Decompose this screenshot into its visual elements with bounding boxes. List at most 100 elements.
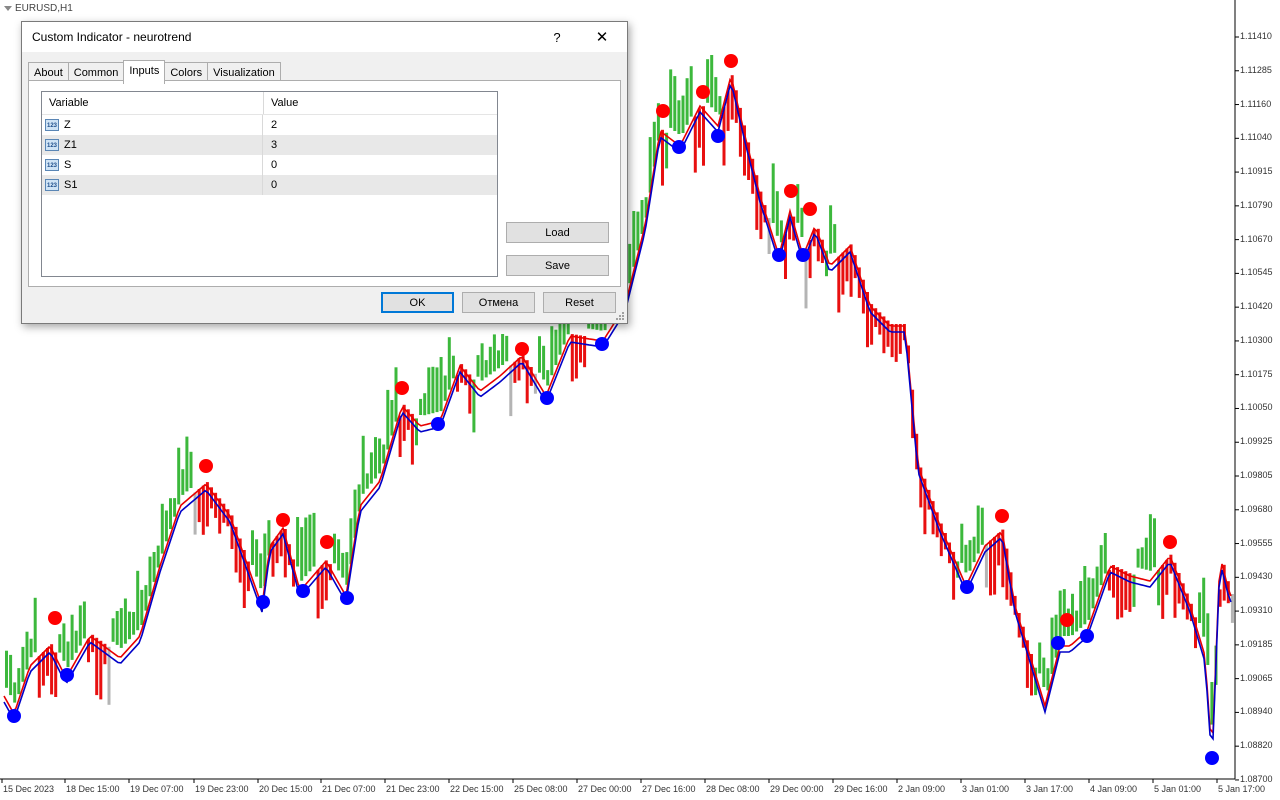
column-header-value[interactable]: Value — [264, 92, 298, 114]
load-button[interactable]: Load — [506, 222, 609, 243]
indicator-bar — [78, 605, 82, 646]
indicator-bar — [152, 552, 156, 582]
price-tick-label: 1.09555 — [1240, 537, 1273, 548]
indicator-bar — [87, 639, 90, 663]
tab-inputs[interactable]: Inputs — [123, 60, 166, 84]
integer-type-icon: 123 — [45, 119, 59, 131]
indicator-bar — [431, 366, 435, 414]
integer-type-icon: 123 — [45, 139, 59, 151]
indicator-bar — [140, 589, 144, 625]
indicator-bar — [136, 570, 140, 631]
indicator-bar — [968, 540, 972, 571]
dialog-titlebar[interactable]: Custom Indicator - neurotrend ? ✕ — [22, 22, 627, 52]
reset-button[interactable]: Reset — [543, 292, 616, 313]
indicator-bar — [451, 355, 455, 379]
buy-signal-dot — [60, 668, 74, 682]
indicator-bar — [423, 393, 427, 416]
time-tick-label: 25 Dec 08:00 — [514, 784, 568, 794]
cancel-button[interactable]: Отмена — [462, 292, 535, 313]
price-tick-label: 1.11160 — [1240, 98, 1272, 109]
sell-signal-dot — [199, 459, 213, 473]
time-tick-label: 29 Dec 16:00 — [834, 784, 888, 794]
indicator-bar — [251, 530, 254, 565]
indicator-bar — [1083, 566, 1087, 625]
price-tick-label: 1.09065 — [1240, 672, 1273, 683]
table-row[interactable]: 123 Z 2 — [42, 115, 497, 135]
indicator-bar — [677, 100, 681, 134]
indicator-bar — [390, 400, 394, 436]
indicator-bar — [689, 66, 693, 117]
time-tick-label: 21 Dec 07:00 — [322, 784, 376, 794]
sell-signal-dot — [1060, 613, 1074, 627]
indicator-bar — [640, 200, 644, 234]
indicator-bar — [1136, 548, 1140, 568]
indicator-bar — [1230, 594, 1234, 623]
variable-value[interactable]: 0 — [263, 179, 277, 191]
indicator-bar — [123, 598, 127, 644]
indicator-bar — [894, 324, 898, 362]
indicator-bar — [17, 668, 21, 695]
indicator-bar — [681, 95, 685, 133]
indicator-bar — [1153, 518, 1156, 568]
indicator-bar — [546, 370, 550, 386]
indicator-bar — [972, 536, 976, 563]
indicator-bar — [189, 451, 193, 488]
indicator-bar — [1099, 545, 1103, 586]
close-button[interactable]: ✕ — [580, 22, 624, 52]
sell-signal-dot — [276, 513, 290, 527]
column-header-variable[interactable]: Variable — [42, 92, 264, 114]
table-row[interactable]: 123 S1 0 — [42, 175, 497, 195]
time-tick-label: 19 Dec 07:00 — [130, 784, 184, 794]
table-row[interactable]: 123 Z1 3 — [42, 135, 497, 155]
inputs-panel: Variable Value 123 Z 2 123 Z1 3 123 S 0 123… — [28, 80, 621, 287]
indicator-bar — [1095, 566, 1099, 597]
indicator-bar — [550, 326, 554, 376]
indicator-bar — [378, 438, 382, 474]
sell-signal-dot — [1163, 535, 1177, 549]
indicator-bar — [386, 389, 390, 450]
variable-name: S — [64, 159, 72, 171]
indicator-bar — [1124, 571, 1128, 610]
indicator-bar — [1038, 642, 1042, 674]
indicator-bar — [29, 638, 33, 658]
price-tick-label: 1.08700 — [1240, 773, 1273, 784]
time-tick-label: 5 Jan 01:00 — [1154, 784, 1202, 794]
variable-value[interactable]: 2 — [263, 119, 277, 131]
sell-signal-dot — [803, 202, 817, 216]
indicator-bar — [1062, 589, 1066, 636]
ok-button[interactable]: OK — [381, 292, 454, 313]
indicator-bar — [636, 211, 640, 251]
indicator-bar — [369, 452, 373, 484]
indicator-bar — [898, 324, 902, 354]
indicator-bar — [128, 611, 131, 640]
resize-grip-icon[interactable] — [615, 311, 625, 321]
buy-signal-dot — [1080, 629, 1094, 643]
indicator-bar — [574, 334, 578, 379]
indicator-bar — [476, 355, 480, 377]
table-row[interactable]: 123 S 0 — [42, 155, 497, 175]
variable-value[interactable]: 3 — [263, 139, 277, 151]
indicator-bar — [829, 205, 833, 254]
dropdown-triangle-icon[interactable] — [4, 6, 12, 11]
buy-signal-dot — [431, 417, 445, 431]
indicator-bar — [70, 614, 74, 660]
price-tick-label: 1.10050 — [1240, 402, 1273, 413]
time-tick-label: 22 Dec 15:00 — [450, 784, 504, 794]
indicator-bar — [447, 337, 451, 390]
time-tick-label: 29 Dec 00:00 — [770, 784, 824, 794]
indicator-bar — [1075, 610, 1079, 632]
indicator-bar — [1148, 514, 1152, 571]
variable-value[interactable]: 0 — [263, 159, 277, 171]
indicator-bar — [156, 545, 160, 568]
indicator-bar — [554, 329, 558, 365]
indicator-bar — [300, 527, 304, 581]
save-button[interactable]: Save — [506, 255, 609, 276]
buy-signal-dot — [256, 595, 270, 609]
indicator-bar — [365, 473, 369, 489]
price-tick-label: 1.09805 — [1240, 470, 1273, 480]
indicator-bar — [439, 357, 443, 412]
indicator-bar — [505, 335, 509, 362]
indicator-bar — [419, 398, 423, 415]
help-button[interactable]: ? — [535, 22, 579, 52]
time-tick-label: 15 Dec 2023 — [3, 784, 55, 794]
